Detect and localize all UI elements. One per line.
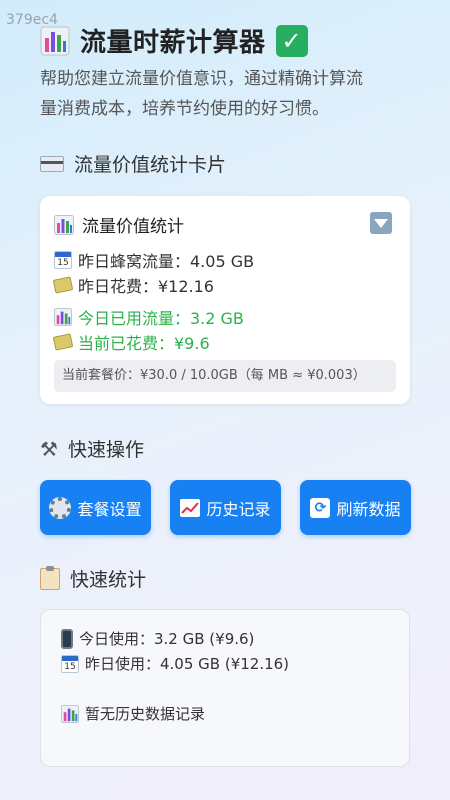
page-subtitle: 帮助您建立流量价值意识，通过精确计算流 量消费成本，培养节约使用的好习惯。 bbox=[40, 64, 420, 124]
section-heading-card: 流量价值统计卡片 bbox=[40, 150, 226, 177]
check-icon: ✓ bbox=[275, 24, 308, 57]
section-heading-card-label: 流量价值统计卡片 bbox=[74, 154, 227, 176]
title-row: 流量时薪计算器 ✓ bbox=[40, 22, 308, 59]
page-title: 流量时薪计算器 bbox=[80, 28, 266, 58]
card-title: 流量价值统计 bbox=[82, 217, 184, 237]
bar-chart-icon bbox=[54, 214, 74, 235]
section-heading-stats-label: 快速统计 bbox=[70, 569, 147, 591]
refresh-label: 刷新数据 bbox=[336, 499, 401, 519]
empty-history-row: 暂无历史数据记录 bbox=[61, 703, 205, 724]
gear-icon bbox=[49, 496, 72, 519]
yesterday-cost-row: 昨日花费：¥12.16 bbox=[52, 273, 214, 297]
refresh-icon: ⟳ bbox=[310, 497, 331, 518]
plan-settings-button[interactable]: 套餐设置 bbox=[40, 480, 151, 535]
today-usage-text: 今日使用：3.2 GB (¥9.6) bbox=[79, 630, 255, 648]
quick-stats-card: 今日使用：3.2 GB (¥9.6) 15 昨日使用：4.05 GB (¥12.… bbox=[40, 609, 410, 767]
section-heading-stats: 快速统计 bbox=[40, 565, 146, 592]
subtitle-line-1: 帮助您建立流量价值意识，通过精确计算流 bbox=[40, 69, 363, 89]
card-header: 流量价值统计 bbox=[54, 212, 184, 237]
tools-icon: ⚒ bbox=[40, 436, 58, 461]
calendar-icon: 15 bbox=[61, 654, 79, 673]
collapse-toggle-button[interactable] bbox=[370, 212, 392, 234]
plan-settings-label: 套餐设置 bbox=[77, 499, 142, 519]
plan-price-info: 当前套餐价：¥30.0 / 10.0GB（每 MB ≈ ¥0.003） bbox=[54, 360, 396, 392]
yesterday-usage-text: 昨日使用：4.05 GB (¥12.16) bbox=[85, 655, 290, 673]
section-heading-actions-label: 快速操作 bbox=[67, 439, 144, 461]
history-label: 历史记录 bbox=[206, 499, 271, 519]
bar-chart-icon bbox=[40, 26, 70, 55]
subtitle-line-2: 量消费成本，培养节约使用的好习惯。 bbox=[40, 99, 329, 119]
yesterday-traffic-text: 昨日蜂窝流量：4.05 GB bbox=[78, 252, 255, 271]
bar-chart-icon bbox=[61, 704, 79, 723]
chart-trend-icon bbox=[180, 498, 201, 517]
history-button[interactable]: 历史记录 bbox=[170, 480, 281, 535]
traffic-value-card: 流量价值统计 15 昨日蜂窝流量：4.05 GB 昨日花费：¥12.16 今日已… bbox=[40, 196, 410, 404]
today-usage-row: 今日使用：3.2 GB (¥9.6) bbox=[61, 628, 254, 649]
credit-card-icon bbox=[40, 155, 64, 172]
yesterday-usage-row: 15 昨日使用：4.05 GB (¥12.16) bbox=[61, 653, 289, 674]
today-traffic-text: 今日已用流量：3.2 GB bbox=[78, 309, 244, 328]
section-heading-actions: ⚒ 快速操作 bbox=[40, 435, 144, 462]
today-cost-row: 当前已花费：¥9.6 bbox=[52, 330, 210, 354]
bar-chart-icon bbox=[54, 308, 72, 326]
yesterday-traffic-row: 15 昨日蜂窝流量：4.05 GB bbox=[54, 248, 254, 272]
yesterday-cost-text: 昨日花费：¥12.16 bbox=[78, 277, 214, 296]
refresh-button[interactable]: ⟳ 刷新数据 bbox=[300, 480, 411, 535]
today-cost-text: 当前已花费：¥9.6 bbox=[78, 334, 210, 353]
calendar-icon: 15 bbox=[54, 251, 72, 269]
phone-icon bbox=[61, 628, 73, 649]
empty-history-text: 暂无历史数据记录 bbox=[85, 705, 206, 723]
today-traffic-row: 今日已用流量：3.2 GB bbox=[54, 305, 244, 329]
money-icon bbox=[52, 276, 74, 294]
money-icon bbox=[52, 333, 74, 351]
clipboard-icon bbox=[40, 565, 60, 590]
